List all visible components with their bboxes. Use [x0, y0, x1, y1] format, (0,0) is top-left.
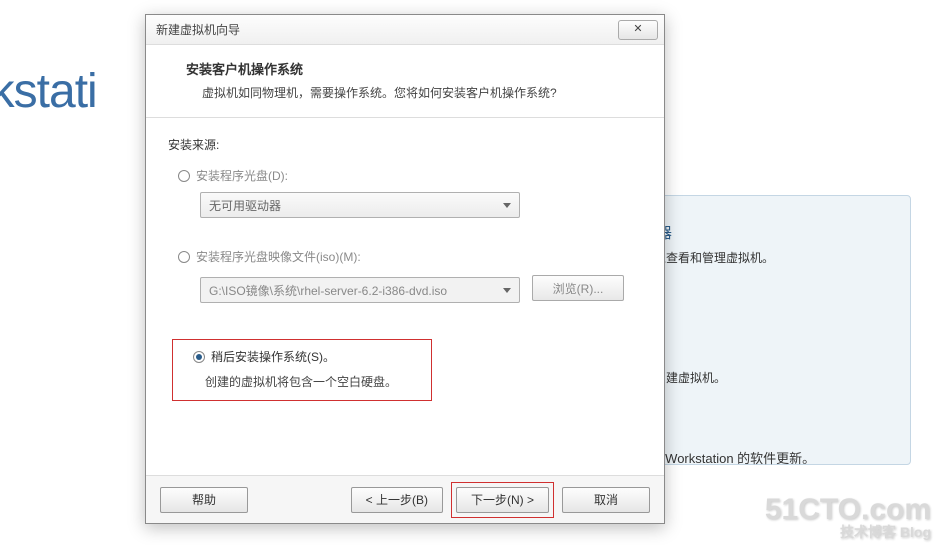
radio-install-later[interactable]	[193, 351, 205, 363]
disc-drive-combo[interactable]: 无可用驱动器	[200, 192, 520, 218]
option-installer-disc[interactable]: 安装程序光盘(D):	[178, 167, 642, 184]
iso-row: G:\ISO镜像\系统\rhel-server-6.2-i386-dvd.iso…	[168, 273, 642, 303]
back-button[interactable]: < 上一步(B)	[351, 487, 443, 513]
cancel-button-label: 取消	[594, 491, 618, 508]
titlebar: 新建虚拟机向导 ✕	[146, 15, 664, 45]
panel-heading-1: 务器	[642, 222, 890, 243]
panel-heading-2: 机	[642, 342, 890, 363]
watermark: 51CTO.com 技术博客 Blog	[765, 495, 931, 539]
panel-text-2: 机创建虚拟机。	[642, 369, 890, 386]
browse-button-label: 浏览(R)...	[553, 280, 604, 297]
background-update-text: re Workstation 的软件更新。	[650, 448, 815, 467]
brand-main: orkstati	[0, 65, 97, 118]
iso-path-field[interactable]: G:\ISO镜像\系统\rhel-server-6.2-i386-dvd.iso	[200, 277, 520, 303]
app-brand: are orkstati	[0, 20, 97, 116]
help-button-label: 帮助	[192, 491, 216, 508]
close-button[interactable]: ✕	[618, 20, 658, 40]
back-button-label: < 上一步(B)	[366, 491, 428, 508]
option-installer-disc-label: 安装程序光盘(D):	[196, 167, 288, 184]
option-install-later-group: 稍后安装操作系统(S)。 创建的虚拟机将包含一个空白硬盘。	[172, 339, 432, 401]
cancel-button[interactable]: 取消	[562, 487, 650, 513]
radio-installer-disc[interactable]	[178, 170, 190, 182]
chevron-down-icon	[503, 203, 511, 208]
chevron-down-icon	[503, 288, 511, 293]
header-title: 安装客户机操作系统	[186, 59, 644, 78]
watermark-tagline: 技术博客 Blog	[765, 525, 931, 539]
next-button-highlight: 下一步(N) >	[451, 482, 554, 518]
dialog-body: 安装来源: 安装程序光盘(D): 无可用驱动器 安装程序光盘映像文件(iso)(…	[146, 118, 664, 411]
option-iso-file-label: 安装程序光盘映像文件(iso)(M):	[196, 248, 361, 265]
install-later-note: 创建的虚拟机将包含一个空白硬盘。	[205, 373, 421, 390]
disc-drive-value: 无可用驱动器	[209, 197, 281, 214]
new-vm-wizard-dialog: 新建虚拟机向导 ✕ 安装客户机操作系统 虚拟机如同物理机，需要操作系统。您将如何…	[145, 14, 665, 524]
option-install-later[interactable]: 稍后安装操作系统(S)。	[193, 348, 421, 365]
next-button[interactable]: 下一步(N) >	[456, 487, 549, 513]
header-subtitle: 虚拟机如同物理机，需要操作系统。您将如何安装客户机操作系统?	[186, 84, 644, 101]
option-install-later-label: 稍后安装操作系统(S)。	[211, 348, 335, 365]
install-source-label: 安装来源:	[168, 136, 642, 153]
close-icon: ✕	[633, 23, 642, 35]
iso-path-value: G:\ISO镜像\系统\rhel-server-6.2-i386-dvd.iso	[209, 282, 447, 299]
next-button-label: 下一步(N) >	[471, 491, 534, 508]
dialog-title: 新建虚拟机向导	[156, 21, 240, 38]
option-iso-file[interactable]: 安装程序光盘映像文件(iso)(M):	[178, 248, 642, 265]
watermark-site: 51CTO.com	[765, 495, 931, 525]
dialog-footer: 帮助 < 上一步(B) 下一步(N) > 取消	[146, 475, 664, 523]
browse-button[interactable]: 浏览(R)...	[532, 275, 624, 301]
radio-iso-file[interactable]	[178, 251, 190, 263]
panel-text-1: 器上查看和管理虚拟机。	[642, 249, 890, 266]
help-button[interactable]: 帮助	[160, 487, 248, 513]
dialog-header: 安装客户机操作系统 虚拟机如同物理机，需要操作系统。您将如何安装客户机操作系统?	[146, 45, 664, 118]
